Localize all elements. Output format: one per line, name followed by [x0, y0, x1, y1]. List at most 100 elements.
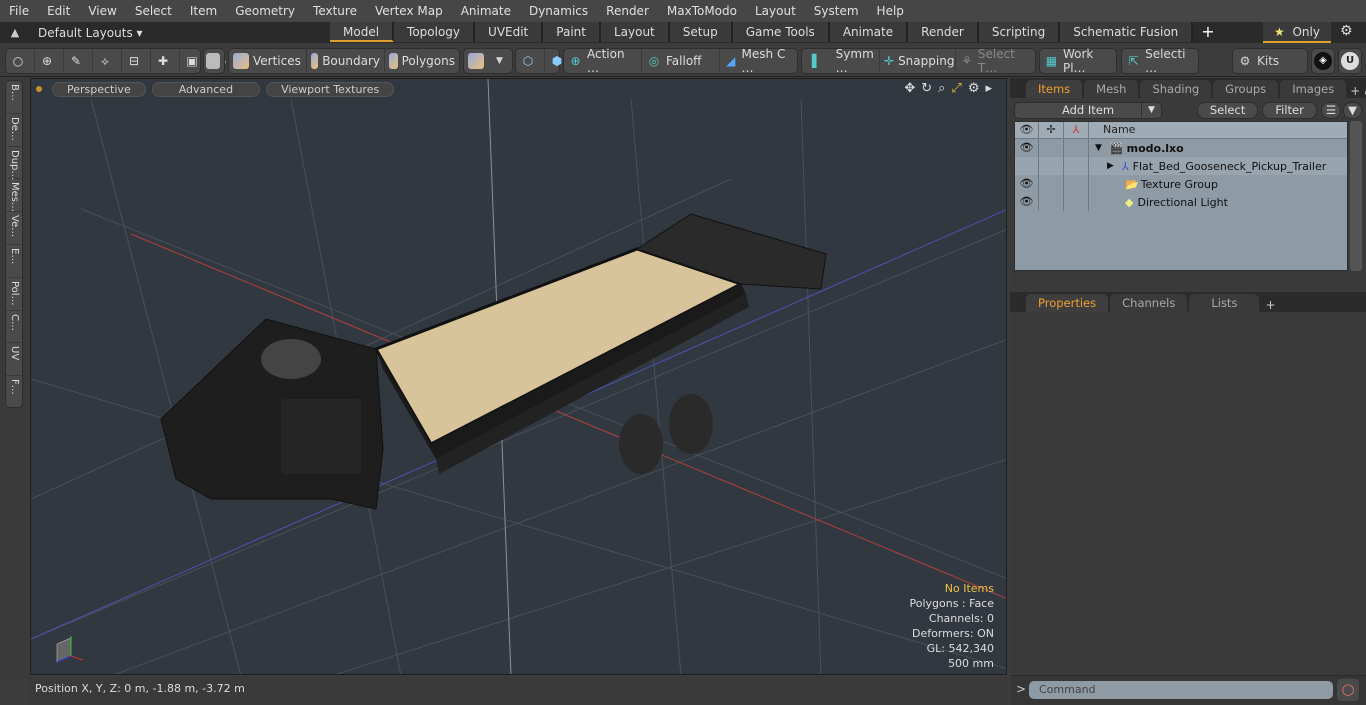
- tab-topology[interactable]: Topology: [394, 22, 476, 42]
- viewport-textures-button[interactable]: Viewport Textures: [266, 81, 395, 97]
- grid-icon[interactable]: ✚: [151, 49, 180, 73]
- tab-layout[interactable]: Layout: [600, 22, 670, 42]
- menu-file[interactable]: File: [0, 4, 38, 18]
- unreal-button[interactable]: U: [1338, 48, 1362, 74]
- eye-icon[interactable]: 👁: [1015, 175, 1039, 193]
- tab-channels[interactable]: Channels: [1110, 294, 1188, 312]
- globe-icon[interactable]: ⊕: [35, 49, 64, 73]
- menu-help[interactable]: Help: [868, 4, 913, 18]
- tool-tab-edge[interactable]: E…: [6, 245, 22, 278]
- tab-properties[interactable]: Properties: [1026, 294, 1109, 312]
- menu-maxtomodo[interactable]: MaxToModo: [658, 4, 746, 18]
- tab-render[interactable]: Render: [908, 22, 979, 42]
- add-tab-icon[interactable]: +: [1350, 84, 1360, 98]
- tool-tab-curve[interactable]: C…: [6, 311, 22, 344]
- command-input[interactable]: Command: [1029, 681, 1333, 699]
- pen-icon[interactable]: ✎: [64, 49, 93, 73]
- tab-images[interactable]: Images: [1280, 80, 1347, 98]
- tree-row[interactable]: 👁 ◆ Directional Light: [1015, 193, 1347, 211]
- mesh-constraint-button[interactable]: ◢ Mesh C …: [720, 47, 796, 75]
- rotate-icon[interactable]: ↻: [921, 81, 932, 96]
- gear-icon[interactable]: ⚙: [1340, 23, 1353, 39]
- align-icon[interactable]: ⊟: [122, 49, 151, 73]
- vertices-button[interactable]: Vertices: [229, 49, 307, 73]
- tool-tab-basic[interactable]: B…: [6, 81, 22, 114]
- tree-row[interactable]: 👁 ▼ 🎬 modo.lxo: [1015, 139, 1347, 157]
- advanced-button[interactable]: Advanced: [151, 81, 261, 97]
- menu-animate[interactable]: Animate: [452, 4, 520, 18]
- tab-model[interactable]: Model: [330, 22, 395, 42]
- collapse-arrow-icon[interactable]: ▼: [1095, 143, 1102, 153]
- tab-uvedit[interactable]: UVEdit: [475, 22, 544, 42]
- menu-dynamics[interactable]: Dynamics: [520, 4, 597, 18]
- maximize-icon[interactable]: ⤢: [951, 81, 961, 96]
- add-tab-icon[interactable]: +: [1265, 298, 1275, 312]
- only-toggle[interactable]: ★ Only: [1263, 22, 1331, 43]
- tab-lists[interactable]: Lists: [1189, 294, 1260, 312]
- tab-items[interactable]: Items: [1026, 80, 1083, 98]
- 3d-viewport[interactable]: Perspective Advanced Viewport Textures ✥…: [30, 78, 1007, 675]
- tree-row[interactable]: 👁 📂 Texture Group: [1015, 175, 1347, 193]
- select-through-button[interactable]: ⚘ Select T…: [956, 47, 1034, 75]
- select-button[interactable]: Select: [1196, 101, 1259, 119]
- menu-render[interactable]: Render: [597, 4, 658, 18]
- default-layouts-dropdown[interactable]: Default Layouts ▾: [30, 26, 330, 40]
- menu-edit[interactable]: Edit: [38, 4, 79, 18]
- tab-shading[interactable]: Shading: [1140, 80, 1212, 98]
- name-column-header[interactable]: Name: [1089, 122, 1135, 138]
- tab-mesh[interactable]: Mesh …: [1084, 80, 1139, 114]
- lasso-icon[interactable]: ⟡: [93, 49, 122, 73]
- menu-texture[interactable]: Texture: [304, 4, 366, 18]
- tab-game-tools[interactable]: Game Tools: [732, 22, 830, 42]
- tool-tab-deform[interactable]: De…: [6, 114, 22, 147]
- menu-view[interactable]: View: [79, 4, 125, 18]
- action-center-button[interactable]: ⊕ Action …: [564, 47, 642, 75]
- polygons-button[interactable]: Polygons: [385, 49, 459, 73]
- tool-tab-fusion[interactable]: F…: [6, 376, 22, 409]
- tool-tab-vertex[interactable]: Ve…: [6, 212, 22, 245]
- funnel-icon[interactable]: ▼: [1343, 101, 1362, 119]
- lock-column-icon[interactable]: ✢: [1039, 122, 1064, 138]
- expand-arrow-icon[interactable]: ▶: [1107, 161, 1114, 171]
- menu-geometry[interactable]: Geometry: [226, 4, 304, 18]
- eye-icon[interactable]: 👁: [1015, 139, 1039, 157]
- zoom-icon[interactable]: ⌕: [938, 81, 945, 96]
- expand-arrow-icon[interactable]: ▸: [985, 81, 992, 96]
- center-icon[interactable]: ⬡: [516, 49, 545, 73]
- tree-row[interactable]: ▶ ⅄ Flat_Bed_Gooseneck_Pickup_Trailer: [1015, 157, 1347, 175]
- record-macro-icon[interactable]: ○: [1337, 679, 1359, 701]
- snapping-button[interactable]: ✛ Snapping: [880, 49, 956, 73]
- symmetry-button[interactable]: ▐ Symm …: [802, 47, 880, 75]
- add-item-button[interactable]: Add Item ▼: [1014, 101, 1162, 119]
- boundary-button[interactable]: Boundary: [307, 49, 385, 73]
- menu-vertex-map[interactable]: Vertex Map: [366, 4, 452, 18]
- collapse-icon[interactable]: ▲: [0, 26, 30, 39]
- menu-system[interactable]: System: [805, 4, 868, 18]
- menu-layout[interactable]: Layout: [746, 4, 805, 18]
- add-tab-button[interactable]: +: [1193, 22, 1222, 43]
- perspective-button[interactable]: Perspective: [52, 81, 146, 97]
- tool-tab-polygon[interactable]: Pol…: [6, 278, 22, 311]
- filter-button[interactable]: Filter: [1262, 101, 1317, 119]
- axis-column-icon[interactable]: ⅄: [1064, 122, 1089, 138]
- circle-select-icon[interactable]: ○: [6, 49, 35, 73]
- work-plane-button[interactable]: ▦ Work Pl…: [1039, 47, 1117, 75]
- menu-select[interactable]: Select: [126, 4, 181, 18]
- falloff-button[interactable]: ◎ Falloff: [642, 49, 720, 73]
- tool-tab-duplicate[interactable]: Dup…: [6, 147, 22, 180]
- tab-scripting[interactable]: Scripting: [978, 22, 1061, 42]
- menu-item[interactable]: Item: [181, 4, 226, 18]
- tab-setup[interactable]: Setup: [669, 22, 733, 42]
- kits-button[interactable]: ⚙ Kits: [1232, 48, 1308, 74]
- tool-tab-uv[interactable]: UV: [6, 343, 22, 377]
- visibility-column-icon[interactable]: 👁: [1015, 122, 1039, 138]
- selection-sets-button[interactable]: ⇱ Selecti …: [1121, 47, 1199, 75]
- list-options-icon[interactable]: ☰: [1320, 101, 1342, 119]
- item-mode-button[interactable]: [203, 48, 225, 74]
- tab-schematic-fusion[interactable]: Schematic Fusion: [1060, 22, 1194, 42]
- tab-groups[interactable]: Groups: [1213, 80, 1279, 98]
- tool-tab-mesh-edit[interactable]: Mes…: [6, 179, 22, 212]
- unity-button[interactable]: ◈: [1311, 48, 1335, 74]
- tab-animate[interactable]: Animate: [829, 22, 909, 42]
- material-mode-dropdown[interactable]: ▼: [463, 48, 513, 74]
